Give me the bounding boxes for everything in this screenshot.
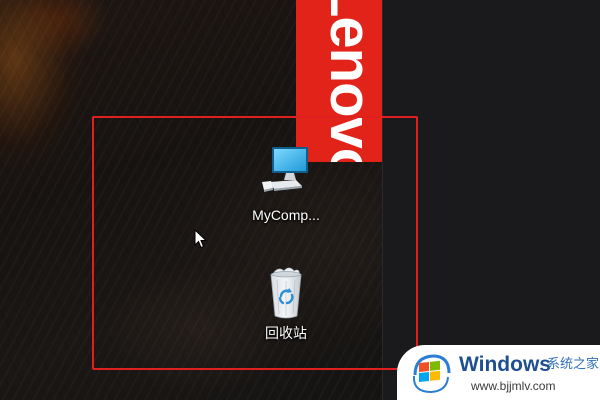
desktop-icon-label: 回收站 bbox=[265, 325, 307, 341]
mouse-cursor-icon bbox=[194, 229, 208, 249]
desktop-icon-recycle-bin[interactable]: 回收站 bbox=[238, 262, 334, 342]
watermark-url: www.bjjmlv.com bbox=[471, 379, 556, 393]
recycle-bin-icon bbox=[256, 262, 316, 322]
watermark-brand: Windows bbox=[459, 353, 551, 376]
desktop-icon-label: MyComp... bbox=[252, 207, 320, 223]
desktop-wallpaper: Lenovo MyComp... 回收站 Windows 系统之家 www.bj… bbox=[0, 0, 600, 400]
desktop-icon-my-computer[interactable]: MyComp... bbox=[238, 144, 334, 224]
windows-logo-icon bbox=[412, 354, 451, 394]
computer-icon bbox=[256, 144, 316, 204]
site-watermark: Windows 系统之家 www.bjjmlv.com bbox=[397, 345, 600, 400]
watermark-subtitle: 系统之家 bbox=[547, 357, 600, 372]
